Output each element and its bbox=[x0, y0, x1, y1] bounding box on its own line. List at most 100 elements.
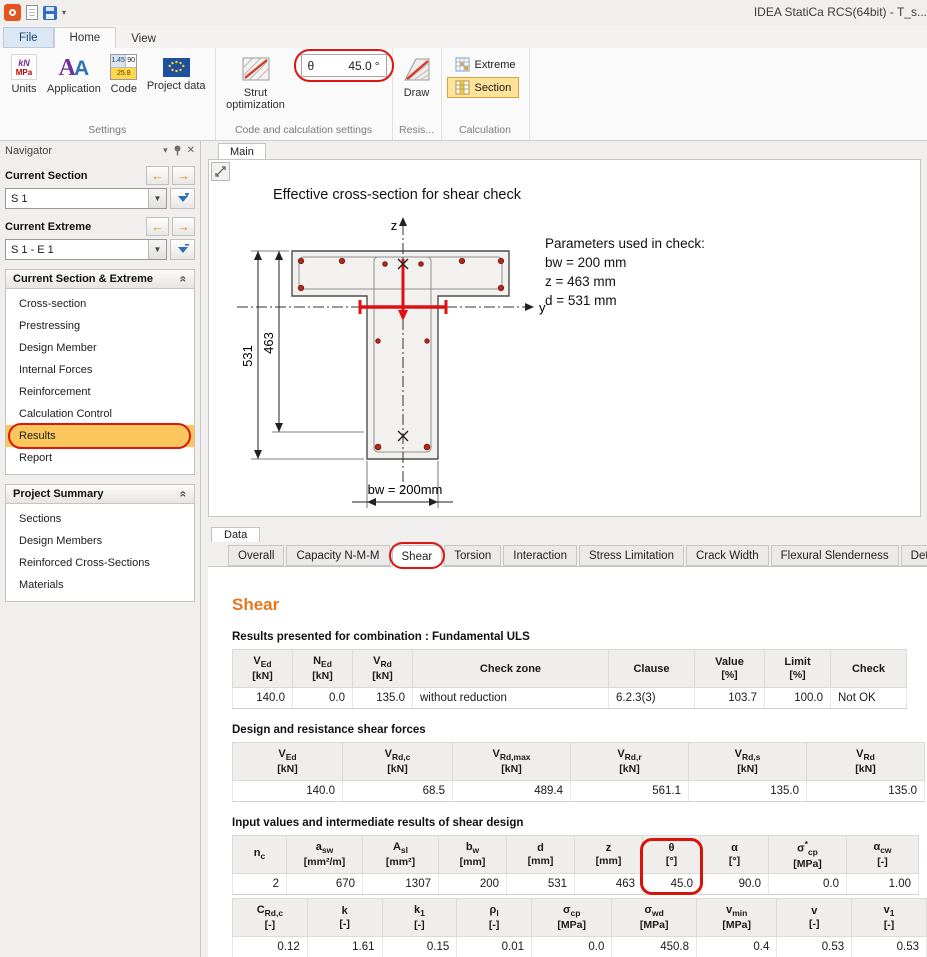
data-tab-deta[interactable]: Deta... bbox=[901, 545, 927, 566]
next-section-button[interactable]: → bbox=[172, 166, 195, 185]
nav-item-report[interactable]: Report bbox=[6, 447, 194, 469]
application-button[interactable]: A A Application bbox=[43, 52, 105, 97]
tab-view[interactable]: View bbox=[116, 29, 171, 48]
theta-input[interactable]: θ 45.0 ° bbox=[301, 54, 387, 77]
data-tab-flexural-slenderness[interactable]: Flexural Slenderness bbox=[771, 545, 899, 566]
title-bar: ▾ IDEA StatiCa RCS(64bit) - T_s... bbox=[0, 0, 927, 25]
column-header: k1[-] bbox=[382, 899, 457, 937]
column-header: Limit[%] bbox=[765, 650, 831, 688]
extreme-manager-button[interactable] bbox=[170, 239, 195, 260]
table-row: 2670130720053146345.090.00.01.00 bbox=[233, 874, 919, 895]
nav-item-results[interactable]: Results bbox=[6, 425, 194, 447]
navigator-dropdown-icon[interactable]: ▾ bbox=[163, 145, 168, 156]
previous-extreme-button[interactable]: ← bbox=[146, 217, 169, 236]
extreme-button[interactable]: Extreme bbox=[447, 54, 524, 75]
main-area: Main z y bbox=[201, 141, 927, 957]
column-header: asw[mm²/m] bbox=[287, 836, 363, 874]
table-cell: 0.12 bbox=[233, 937, 308, 957]
nav-item-design-members[interactable]: Design Members bbox=[6, 530, 194, 552]
column-header: VRd[kN] bbox=[353, 650, 413, 688]
nav-item-design-member[interactable]: Design Member bbox=[6, 337, 194, 359]
nav-items: Cross-sectionPrestressingDesign MemberIn… bbox=[5, 289, 195, 475]
table-cell: 561.1 bbox=[571, 781, 689, 802]
column-header: VRd,s[kN] bbox=[689, 743, 807, 781]
theta-value: 45.0 bbox=[314, 59, 375, 73]
tab-main[interactable]: Main bbox=[218, 143, 266, 159]
nav-item-materials[interactable]: Materials bbox=[6, 574, 194, 596]
column-header: nc bbox=[233, 836, 287, 874]
nav-item-reinforcement[interactable]: Reinforcement bbox=[6, 381, 194, 403]
fit-view-button[interactable] bbox=[211, 162, 230, 181]
new-document-icon[interactable] bbox=[26, 5, 38, 20]
data-tab-torsion[interactable]: Torsion bbox=[444, 545, 501, 566]
data-tab-overall[interactable]: Overall bbox=[228, 545, 284, 566]
table-cell: 531 bbox=[507, 874, 575, 895]
next-extreme-button[interactable]: → bbox=[172, 217, 195, 236]
column-header: σcp[MPa] bbox=[532, 899, 612, 937]
dimension-bw-label: bw = 200mm bbox=[368, 482, 443, 497]
nav-item-internal-forces[interactable]: Internal Forces bbox=[6, 359, 194, 381]
collapse-chevron-icon[interactable]: « bbox=[177, 276, 191, 283]
nav-section-header-current-section-extreme[interactable]: Current Section & Extreme« bbox=[5, 269, 195, 289]
window-title: IDEA StatiCa RCS(64bit) - T_s... bbox=[754, 5, 927, 19]
close-icon[interactable]: ✕ bbox=[187, 145, 195, 156]
section-button[interactable]: Section bbox=[447, 77, 520, 98]
extreme-icon bbox=[455, 57, 470, 72]
quick-access-dropdown-icon[interactable]: ▾ bbox=[62, 8, 66, 17]
table-cell: 1.61 bbox=[307, 937, 382, 957]
nav-item-prestressing[interactable]: Prestressing bbox=[6, 315, 194, 337]
app-icon[interactable] bbox=[4, 4, 21, 21]
ribbon-group-code-calc: Strut optimization θ 45.0 ° Code and cal… bbox=[216, 48, 393, 140]
results-table: ncasw[mm²/m]Asl[mm²]bw[mm]d[mm]z[mm]θ[°]… bbox=[232, 835, 919, 895]
nav-item-calculation-control[interactable]: Calculation Control bbox=[6, 403, 194, 425]
table-cell: 0.0 bbox=[532, 937, 612, 957]
chevron-down-icon[interactable]: ▼ bbox=[148, 189, 166, 208]
strut-optimization-button[interactable]: Strut optimization bbox=[221, 52, 291, 113]
collapse-chevron-icon[interactable]: « bbox=[177, 491, 191, 498]
data-tab-stress-limitation[interactable]: Stress Limitation bbox=[579, 545, 684, 566]
table-row: 140.00.0135.0without reduction6.2.3(3)10… bbox=[233, 688, 907, 709]
units-button-label: Units bbox=[11, 83, 36, 95]
pin-icon[interactable] bbox=[173, 145, 182, 156]
column-header: d[mm] bbox=[507, 836, 575, 874]
column-header: NEd[kN] bbox=[293, 650, 353, 688]
nav-item-reinforced-cross-sections[interactable]: Reinforced Cross-Sections bbox=[6, 552, 194, 574]
table-cell: 670 bbox=[287, 874, 363, 895]
current-extreme-select[interactable]: S 1 - E 1 ▼ bbox=[5, 239, 167, 260]
data-tab-interaction[interactable]: Interaction bbox=[503, 545, 577, 566]
drawing-canvas[interactable]: z y bbox=[208, 159, 921, 517]
project-data-button[interactable]: Project data bbox=[143, 52, 210, 94]
column-header: Clause bbox=[609, 650, 695, 688]
nav-section-header-project-summary[interactable]: Project Summary« bbox=[5, 484, 195, 504]
data-tab-crack-width[interactable]: Crack Width bbox=[686, 545, 769, 566]
table-cell: 135.0 bbox=[353, 688, 413, 709]
table-cell: 1.00 bbox=[847, 874, 919, 895]
table-cell: 68.5 bbox=[343, 781, 453, 802]
data-content: Shear Results presented for combination … bbox=[208, 567, 927, 957]
nav-item-cross-section[interactable]: Cross-section bbox=[6, 293, 194, 315]
column-header: z[mm] bbox=[575, 836, 643, 874]
data-tab-capacity-n-m-m[interactable]: Capacity N-M-M bbox=[286, 545, 389, 566]
column-header: Check bbox=[831, 650, 907, 688]
nav-item-sections[interactable]: Sections bbox=[6, 508, 194, 530]
section-manager-icon bbox=[177, 193, 189, 205]
units-button[interactable]: kN MPa Units bbox=[5, 52, 43, 97]
check-parameters: Parameters used in check: bw = 200 mm z … bbox=[545, 234, 705, 310]
data-tab-shear[interactable]: Shear bbox=[392, 545, 443, 567]
drawing-title: Effective cross-section for shear check bbox=[273, 187, 521, 203]
data-tab-bar: OverallCapacity N-M-MShearTorsionInterac… bbox=[208, 542, 927, 567]
table-cell: 0.53 bbox=[852, 937, 927, 957]
column-header: VRd,c[kN] bbox=[343, 743, 453, 781]
section-manager-button[interactable] bbox=[170, 188, 195, 209]
code-button[interactable]: 1.45 90 25.8 Code bbox=[105, 52, 143, 97]
tab-home[interactable]: Home bbox=[54, 27, 117, 48]
chevron-down-icon[interactable]: ▼ bbox=[148, 240, 166, 259]
save-icon[interactable] bbox=[43, 6, 57, 20]
current-section-select[interactable]: S 1 ▼ bbox=[5, 188, 167, 209]
draw-button[interactable]: Draw bbox=[398, 52, 436, 101]
tab-data[interactable]: Data bbox=[211, 527, 260, 542]
tab-file[interactable]: File bbox=[3, 27, 54, 48]
previous-section-button[interactable]: ← bbox=[146, 166, 169, 185]
code-icon-number: 1.45 bbox=[111, 55, 126, 67]
group-label-calculation: Calculation bbox=[442, 123, 529, 140]
